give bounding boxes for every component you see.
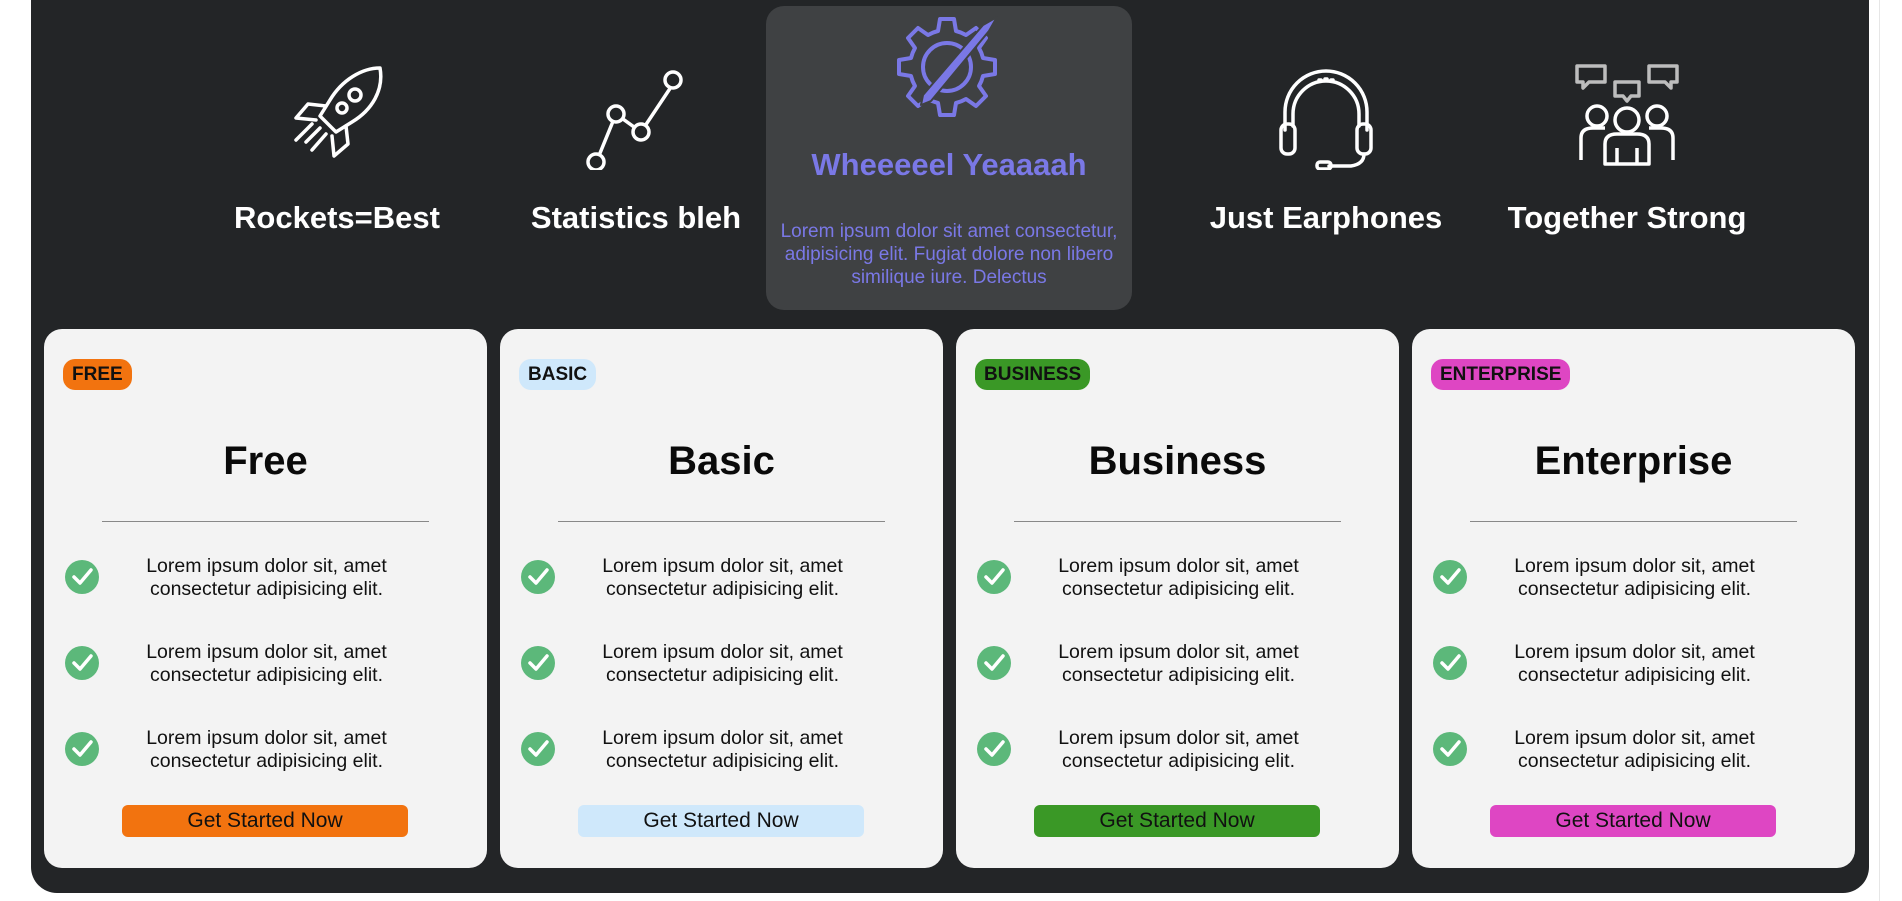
get-started-button-enterprise[interactable]: Get Started Now <box>1490 805 1776 837</box>
team-icon <box>1575 64 1679 166</box>
features-pricing-panel: Rockets=Best Statistics bleh Wheeeeel Ye… <box>31 0 1869 893</box>
feature-text: Lorem ipsum dolor sit, amet consectetur … <box>1058 641 1299 686</box>
list-item: Lorem ipsum dolor sit, amet consectetur … <box>44 727 487 787</box>
pricing-card-business: BUSINESS Business Lorem ipsum dolor sit,… <box>956 329 1399 868</box>
list-item: Lorem ipsum dolor sit, amet consectetur … <box>500 555 943 615</box>
plan-badge: BUSINESS <box>975 359 1091 390</box>
pricing-card-basic: BASIC Basic Lorem ipsum dolor sit, amet … <box>500 329 943 868</box>
get-started-button-basic[interactable]: Get Started Now <box>578 805 864 837</box>
headphones-icon <box>1279 69 1373 170</box>
plan-title: Basic <box>668 439 775 483</box>
statistics-icon <box>586 70 683 170</box>
feature-text: Lorem ipsum dolor sit, amet consectetur … <box>146 727 387 772</box>
feature-text: Lorem ipsum dolor sit, amet consectetur … <box>1514 641 1755 686</box>
plan-title: Free <box>223 439 308 483</box>
list-item: Lorem ipsum dolor sit, amet consectetur … <box>956 555 1399 615</box>
check-circle-icon <box>1433 646 1467 680</box>
feature-text: Lorem ipsum dolor sit, amet consectetur … <box>1514 555 1755 600</box>
check-circle-icon <box>1433 560 1467 594</box>
feature-description: Lorem ipsum dolor sit amet consectetur, … <box>780 221 1118 288</box>
divider <box>558 521 885 522</box>
feature-text: Lorem ipsum dolor sit, amet consectetur … <box>1514 727 1755 772</box>
check-circle-icon <box>977 560 1011 594</box>
feature-title: Wheeeeel Yeaaaah <box>811 147 1087 182</box>
gear-pencil-icon <box>897 16 998 117</box>
feature-text: Lorem ipsum dolor sit, amet consectetur … <box>146 555 387 600</box>
feature-text: Lorem ipsum dolor sit, amet consectetur … <box>146 641 387 686</box>
feature-together[interactable]: Together Strong <box>1437 0 1817 312</box>
list-item: Lorem ipsum dolor sit, amet consectetur … <box>44 641 487 701</box>
list-item: Lorem ipsum dolor sit, amet consectetur … <box>1412 641 1855 701</box>
plan-title: Enterprise <box>1534 439 1733 483</box>
list-item: Lorem ipsum dolor sit, amet consectetur … <box>500 641 943 701</box>
feature-text: Lorem ipsum dolor sit, amet consectetur … <box>602 641 843 686</box>
pricing-card-free: FREE Free Lorem ipsum dolor sit, amet co… <box>44 329 487 868</box>
plan-badge: FREE <box>63 359 132 390</box>
feature-wheel-active[interactable]: Wheeeeel Yeaaaah Lorem ipsum dolor sit a… <box>766 6 1132 310</box>
list-item: Lorem ipsum dolor sit, amet consectetur … <box>956 641 1399 701</box>
list-item: Lorem ipsum dolor sit, amet consectetur … <box>956 727 1399 787</box>
scrollbar[interactable] <box>1879 0 1902 901</box>
plan-badge: BASIC <box>519 359 597 390</box>
rocket-icon <box>294 66 383 158</box>
divider <box>1470 521 1797 522</box>
get-started-button-business[interactable]: Get Started Now <box>1034 805 1320 837</box>
list-item: Lorem ipsum dolor sit, amet consectetur … <box>1412 727 1855 787</box>
list-item: Lorem ipsum dolor sit, amet consectetur … <box>1412 555 1855 615</box>
plan-badge: ENTERPRISE <box>1431 359 1571 390</box>
check-circle-icon <box>65 646 99 680</box>
divider <box>102 521 429 522</box>
check-circle-icon <box>977 732 1011 766</box>
feature-text: Lorem ipsum dolor sit, amet consectetur … <box>602 555 843 600</box>
get-started-button-free[interactable]: Get Started Now <box>122 805 408 837</box>
check-circle-icon <box>521 646 555 680</box>
feature-text: Lorem ipsum dolor sit, amet consectetur … <box>1058 555 1299 600</box>
divider <box>1014 521 1341 522</box>
check-circle-icon <box>65 732 99 766</box>
list-item: Lorem ipsum dolor sit, amet consectetur … <box>500 727 943 787</box>
pricing-card-enterprise: ENTERPRISE Enterprise Lorem ipsum dolor … <box>1412 329 1855 868</box>
feature-text: Lorem ipsum dolor sit, amet consectetur … <box>602 727 843 772</box>
check-circle-icon <box>1433 732 1467 766</box>
check-circle-icon <box>65 560 99 594</box>
plan-title: Business <box>1088 439 1267 483</box>
check-circle-icon <box>521 732 555 766</box>
check-circle-icon <box>521 560 555 594</box>
list-item: Lorem ipsum dolor sit, amet consectetur … <box>44 555 487 615</box>
feature-text: Lorem ipsum dolor sit, amet consectetur … <box>1058 727 1299 772</box>
feature-title: Together Strong <box>1507 200 1747 235</box>
check-circle-icon <box>977 646 1011 680</box>
